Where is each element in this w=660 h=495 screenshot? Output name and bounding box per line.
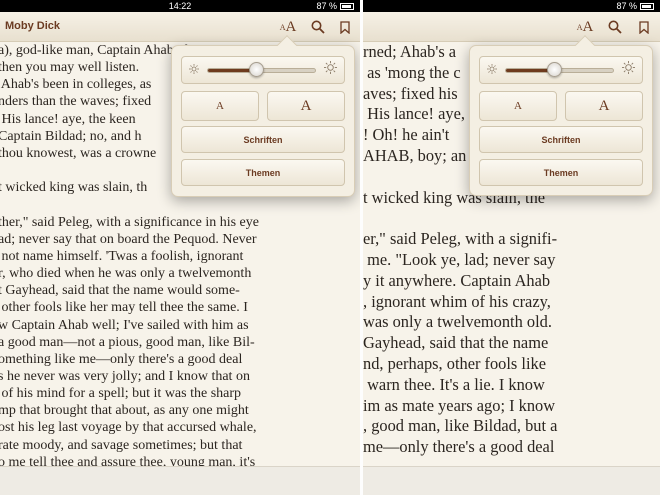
- increase-font-button[interactable]: A: [565, 91, 643, 121]
- font-size-controls: A A: [479, 91, 643, 121]
- font-large-glyph: A: [285, 18, 297, 35]
- text-line: r, who died when he was only a twelvemon…: [0, 266, 252, 282]
- text-line: ad; never say that on board the Pequod. …: [0, 231, 257, 247]
- text-line: t Gayhead, said that the name would some…: [0, 283, 240, 299]
- status-bar: 87 %: [363, 0, 660, 12]
- brightness-slider-thumb[interactable]: [547, 62, 563, 77]
- brightness-high-icon: [324, 61, 337, 79]
- reader-toolbar: Moby Dick AA: [0, 12, 360, 42]
- increase-font-button[interactable]: A: [267, 91, 345, 121]
- text-line: omething like me—only there's a good dea…: [0, 351, 243, 367]
- search-icon: [608, 20, 622, 34]
- battery-indicator: 87 %: [316, 0, 354, 12]
- themes-button[interactable]: Themen: [479, 159, 643, 186]
- text-line: ost his leg last voyage by that accursed…: [0, 420, 257, 436]
- battery-percent: 87 %: [616, 1, 637, 11]
- text-line: er," said Peleg, with a signifi-: [363, 229, 558, 249]
- bookmark-button[interactable]: [636, 18, 652, 36]
- text-line: y it anywhere. Captain Ahab: [363, 270, 551, 290]
- bookmark-icon: [639, 20, 649, 34]
- brightness-control: [479, 56, 643, 84]
- fonts-button-label: Schriften: [243, 134, 283, 145]
- text-line: Gayhead, said that the name: [363, 333, 549, 353]
- font-settings-button[interactable]: AA: [574, 18, 596, 36]
- text-line: not name himself. 'Twas a foolish, ignor…: [0, 248, 244, 264]
- search-button[interactable]: [606, 18, 624, 36]
- brightness-slider-thumb[interactable]: [249, 62, 265, 77]
- battery-indicator: 87 %: [616, 0, 654, 12]
- text-line: s he never was very jolly; and I know th…: [0, 368, 250, 384]
- text-line: , good man, like Bildad, but a: [363, 416, 558, 436]
- fonts-button-label: Schriften: [541, 134, 581, 145]
- text-line: w Captain Ahab well; I've sailed with hi…: [0, 317, 249, 333]
- battery-icon: [640, 2, 654, 10]
- decrease-font-button[interactable]: A: [181, 91, 259, 121]
- bottom-bar: [0, 466, 360, 495]
- display-settings-popover: A A Schriften Themen: [469, 35, 653, 196]
- search-icon: [311, 20, 325, 34]
- display-settings-popover: A A Schriften Themen: [171, 35, 355, 197]
- font-large-glyph: A: [582, 18, 594, 35]
- bottom-bar: [363, 466, 660, 495]
- decrease-font-button[interactable]: A: [479, 91, 557, 121]
- bookmark-icon: [340, 20, 350, 34]
- text-line: im as mate years ago; I know: [363, 395, 556, 415]
- text-line: warn thee. It's a lie. I know: [363, 374, 545, 394]
- themes-button-label: Themen: [543, 167, 579, 178]
- font-size-controls: A A: [181, 91, 345, 121]
- text-line: mp that brought that about, as any one m…: [0, 403, 249, 419]
- fonts-button[interactable]: Schriften: [479, 126, 643, 153]
- text-line: me—only there's a good deal: [363, 437, 555, 457]
- fonts-button[interactable]: Schriften: [181, 126, 345, 153]
- brightness-low-icon: [189, 61, 199, 79]
- brightness-slider[interactable]: [505, 62, 614, 77]
- book-title: Moby Dick: [5, 20, 61, 32]
- text-line: [363, 208, 557, 229]
- status-time: 14:22: [168, 1, 192, 11]
- text-line: of his mind for a spell; but it was the …: [0, 386, 242, 402]
- search-button[interactable]: [309, 18, 327, 36]
- reader-toolbar: AA: [363, 12, 660, 42]
- status-bar: 14:22 87 %: [0, 0, 360, 12]
- battery-icon: [340, 2, 354, 10]
- text-line: a good man—not a pious, good man, like B…: [0, 334, 255, 350]
- text-line: other fools like her may tell thee the s…: [0, 300, 248, 316]
- text-line: rate moody, and savage sometimes; but th…: [0, 437, 243, 453]
- text-line: [0, 196, 259, 213]
- left-screen: 14:22 87 % Moby Dick AA a), god-like man…: [0, 0, 360, 495]
- battery-percent: 87 %: [316, 1, 337, 11]
- right-screen: 87 % AA rned; Ahab's a as 'mong the c ave…: [363, 0, 660, 495]
- brightness-control: [181, 56, 345, 84]
- brightness-high-icon: [622, 61, 635, 79]
- brightness-slider[interactable]: [207, 62, 316, 77]
- font-settings-button[interactable]: AA: [277, 18, 299, 36]
- text-line: me. "Look ye, lad; never say: [363, 249, 556, 269]
- bookmark-button[interactable]: [337, 18, 353, 36]
- themes-button[interactable]: Themen: [181, 159, 345, 186]
- text-line: was only a twelvemonth old.: [363, 312, 552, 332]
- brightness-low-icon: [487, 61, 497, 79]
- themes-button-label: Themen: [245, 167, 281, 178]
- text-line: nd, perhaps, other fools like: [363, 353, 546, 373]
- text-line: , ignorant whim of his crazy,: [363, 291, 551, 311]
- text-line: ther," said Peleg, with a significance i…: [0, 214, 259, 230]
